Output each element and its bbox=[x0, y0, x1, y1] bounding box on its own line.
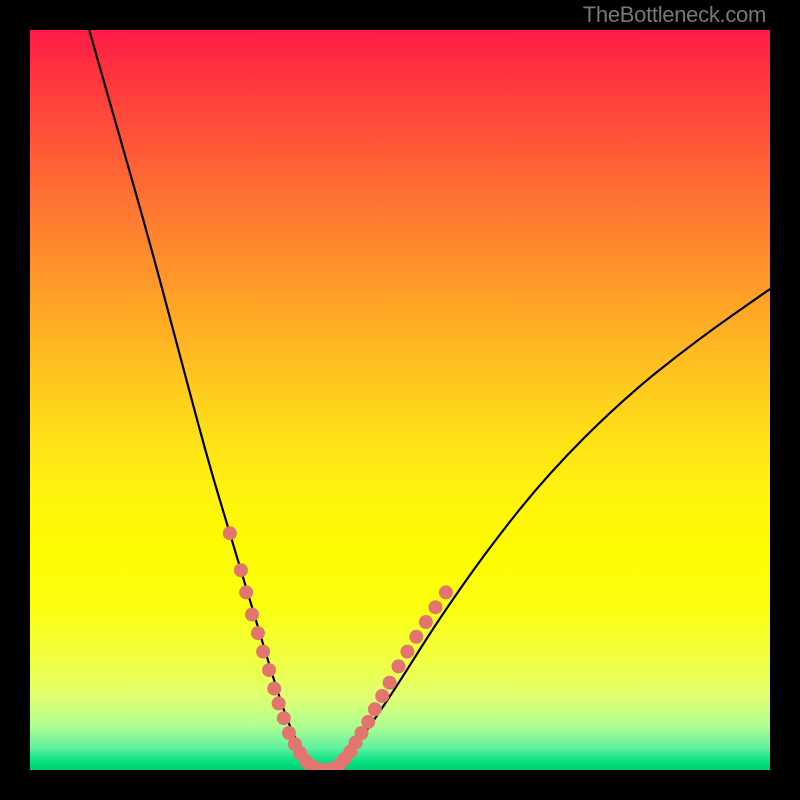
data-point bbox=[223, 526, 237, 540]
data-point bbox=[277, 711, 291, 725]
bottleneck-curve bbox=[89, 30, 770, 770]
data-point bbox=[383, 676, 397, 690]
data-point bbox=[234, 563, 248, 577]
data-point bbox=[239, 585, 253, 599]
data-point bbox=[429, 600, 443, 614]
data-point bbox=[409, 630, 423, 644]
data-point bbox=[392, 659, 406, 673]
data-point bbox=[368, 702, 382, 716]
data-point bbox=[256, 645, 270, 659]
curve-svg bbox=[30, 30, 770, 770]
data-point bbox=[400, 645, 414, 659]
data-point bbox=[272, 696, 286, 710]
watermark-text: TheBottleneck.com bbox=[583, 2, 766, 28]
data-point bbox=[251, 626, 265, 640]
data-point bbox=[419, 615, 433, 629]
data-point bbox=[439, 585, 453, 599]
data-point bbox=[375, 689, 389, 703]
data-point bbox=[361, 715, 375, 729]
data-point bbox=[262, 663, 276, 677]
data-point bbox=[267, 682, 281, 696]
curve-data-points bbox=[223, 526, 453, 770]
plot-area bbox=[30, 30, 770, 770]
data-point bbox=[245, 608, 259, 622]
chart-frame: TheBottleneck.com bbox=[0, 0, 800, 800]
